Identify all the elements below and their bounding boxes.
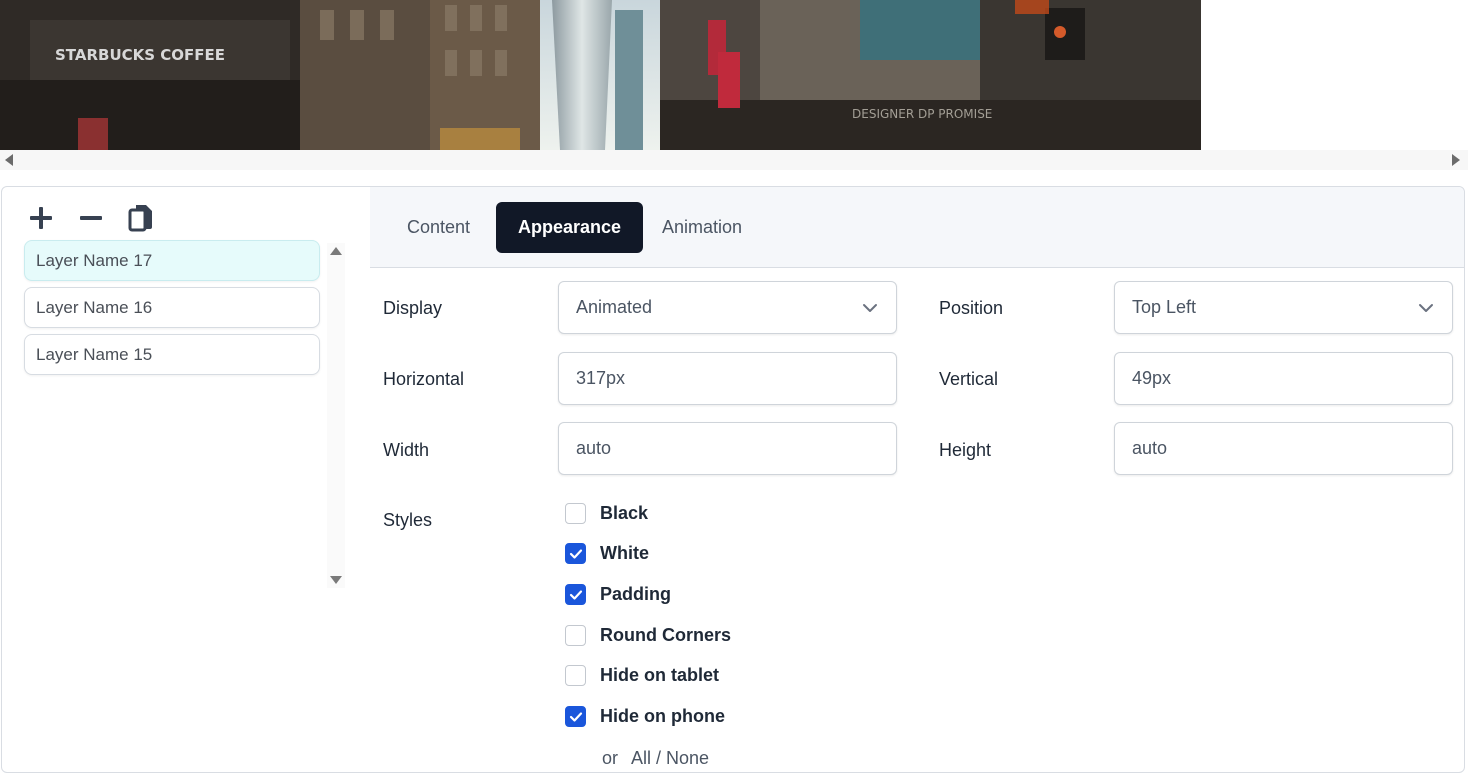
checkbox[interactable]	[565, 543, 586, 564]
layer-name: Layer Name 15	[36, 344, 153, 364]
style-option-label: White	[600, 543, 649, 563]
width-label: Width	[383, 440, 430, 460]
chevron-down-icon	[1419, 304, 1433, 312]
street-photo: STARBUCKS COFFEE DESIGNER DP PROMISE	[0, 0, 1201, 150]
tab-content[interactable]: Content	[385, 202, 492, 253]
horizontal-input[interactable]	[576, 368, 879, 389]
plus-icon	[30, 207, 52, 229]
checkbox[interactable]	[565, 584, 586, 605]
layer-list-scrollbar[interactable]	[327, 243, 345, 588]
svg-text:STARBUCKS COFFEE: STARBUCKS COFFEE	[55, 46, 225, 64]
style-option[interactable]: Hide on tablet	[565, 665, 719, 686]
height-field[interactable]	[1114, 422, 1453, 475]
add-layer-button[interactable]	[26, 203, 56, 233]
style-option-label: Hide on phone	[600, 706, 725, 726]
height-label: Height	[939, 440, 992, 460]
layer-item[interactable]: Layer Name 15	[24, 334, 320, 375]
display-value: Animated	[576, 297, 653, 317]
scroll-down-icon[interactable]	[330, 576, 342, 584]
copy-icon	[128, 205, 152, 232]
style-option-label: Black	[600, 503, 649, 523]
layer-list: Layer Name 17 Layer Name 16 Layer Name 1…	[24, 240, 320, 381]
layers-sidebar: Layer Name 17 Layer Name 16 Layer Name 1…	[2, 187, 370, 772]
scroll-up-icon[interactable]	[330, 247, 342, 255]
display-label: Display	[383, 298, 443, 318]
settings-tabs: Content Appearance Animation	[370, 187, 1464, 268]
horizontal-scrollbar[interactable]	[0, 150, 1468, 170]
chevron-down-icon	[863, 304, 877, 312]
checkbox[interactable]	[565, 625, 586, 646]
styles-label: Styles	[383, 510, 433, 530]
vertical-field[interactable]	[1114, 352, 1453, 405]
checkbox[interactable]	[565, 665, 586, 686]
width-input[interactable]	[576, 438, 879, 459]
width-field[interactable]	[558, 422, 897, 475]
or-text: or	[602, 748, 619, 768]
layer-item[interactable]: Layer Name 16	[24, 287, 320, 328]
select-all-none: or All / None	[602, 748, 709, 769]
image-preview: STARBUCKS COFFEE DESIGNER DP PROMISE	[0, 0, 1201, 150]
layer-toolbar	[26, 203, 156, 233]
layer-name: Layer Name 16	[36, 297, 153, 317]
checkbox[interactable]	[565, 706, 586, 727]
vertical-label: Vertical	[939, 369, 999, 389]
style-option-label: Round Corners	[600, 625, 732, 645]
layer-item[interactable]: Layer Name 17	[24, 240, 320, 281]
style-option[interactable]: Round Corners	[565, 625, 731, 646]
check-icon	[569, 589, 582, 600]
style-option[interactable]: White	[565, 543, 649, 564]
position-select[interactable]: Top Left	[1114, 281, 1453, 334]
check-icon	[569, 711, 582, 722]
layer-name: Layer Name 17	[36, 250, 153, 270]
scroll-left-icon[interactable]	[5, 154, 13, 166]
style-option[interactable]: Black	[565, 503, 648, 524]
height-input[interactable]	[1132, 438, 1435, 459]
layer-editor-panel: Layer Name 17 Layer Name 16 Layer Name 1…	[1, 186, 1465, 773]
position-value: Top Left	[1132, 297, 1197, 317]
svg-text:DESIGNER DP PROMISE: DESIGNER DP PROMISE	[852, 107, 992, 121]
horizontal-label: Horizontal	[383, 369, 465, 389]
style-option-label: Hide on tablet	[600, 665, 720, 685]
vertical-input[interactable]	[1132, 368, 1435, 389]
position-label: Position	[939, 298, 1004, 318]
horizontal-field[interactable]	[558, 352, 897, 405]
style-option-label: Padding	[600, 584, 671, 604]
remove-layer-button[interactable]	[76, 203, 106, 233]
scroll-right-icon[interactable]	[1452, 154, 1460, 166]
style-option[interactable]: Padding	[565, 584, 671, 605]
checkbox[interactable]	[565, 503, 586, 524]
check-icon	[569, 548, 582, 559]
duplicate-layer-button[interactable]	[126, 203, 156, 233]
tab-animation[interactable]: Animation	[640, 202, 764, 253]
display-select[interactable]: Animated	[558, 281, 897, 334]
style-option[interactable]: Hide on phone	[565, 706, 725, 727]
all-none-link[interactable]: All / None	[631, 748, 709, 768]
layer-settings: Content Appearance Animation Display Ani…	[370, 187, 1464, 772]
tab-appearance[interactable]: Appearance	[496, 202, 644, 253]
minus-icon	[80, 216, 102, 220]
